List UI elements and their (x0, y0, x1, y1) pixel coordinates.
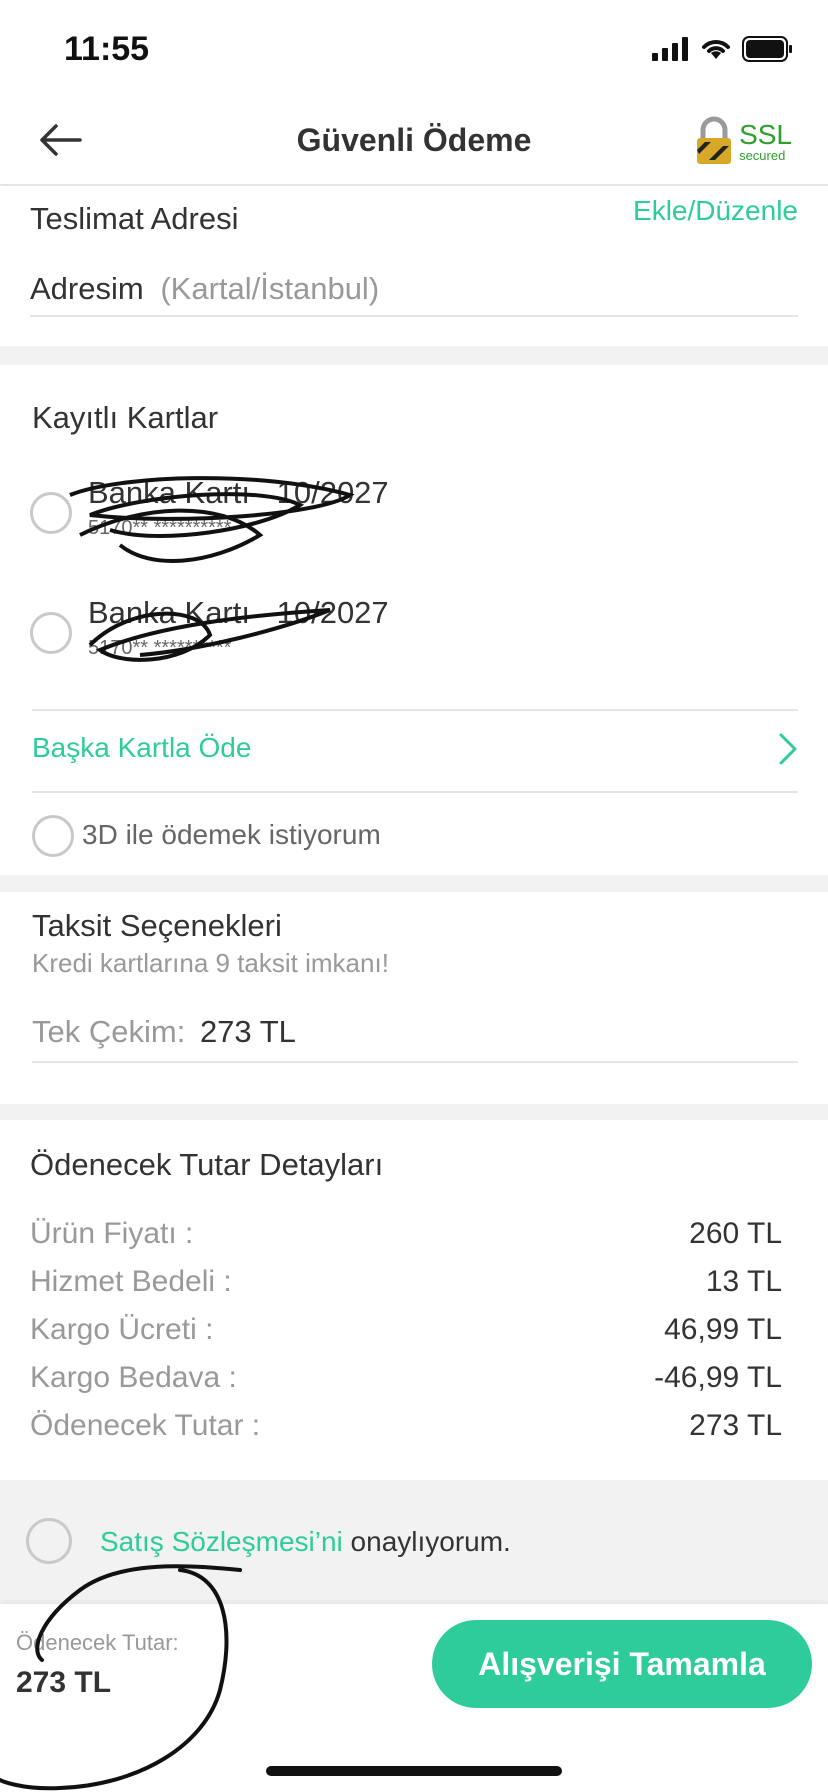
saved-cards-title: Kayıtlı Kartlar (32, 400, 219, 435)
status-icons (652, 36, 794, 62)
scribble-redaction (88, 608, 331, 662)
battery-icon (742, 36, 792, 62)
summary-value: 273 TL (689, 1409, 782, 1442)
signal-icon (652, 37, 688, 61)
scribble-annotation (0, 1564, 242, 1791)
divider (32, 1061, 798, 1063)
address-line[interactable]: Adresim (Kartal/İstanbul) (30, 271, 379, 307)
installment-title: Taksit Seçenekleri (32, 908, 282, 943)
single-payment-value: 273 TL (199, 1014, 296, 1049)
summary-row: Ödenecek Tutar : 273 TL (30, 1409, 782, 1443)
installment-subtitle: Kredi kartlarına 9 taksit imkanı! (32, 948, 389, 978)
summary-row: Kargo Bedava : -46,99 TL (30, 1361, 782, 1395)
summary-value: 260 TL (689, 1217, 782, 1250)
home-indicator (266, 1766, 562, 1776)
wifi-icon (702, 40, 730, 59)
complete-purchase-button[interactable]: Alışverişi Tamamla (432, 1620, 812, 1708)
summary-row: Ürün Fiyatı : 260 TL (30, 1217, 782, 1251)
status-bar: 11:55 (0, 0, 828, 100)
summary-value: 46,99 TL (664, 1313, 782, 1346)
three-d-secure-row[interactable]: 3D ile ödemek istiyorum (0, 791, 828, 875)
scribble-redaction (69, 476, 355, 563)
three-d-label: 3D ile ödemek istiyorum (82, 819, 381, 850)
saved-card-item[interactable]: Banka Kartı 10/2027 5170** ********** (0, 595, 828, 675)
edit-address-link[interactable]: Ekle/Düzenle (633, 195, 798, 227)
divider (30, 315, 798, 317)
navigation-bar: Güvenli Ödeme SSL secured (0, 100, 828, 184)
saved-card-item[interactable]: Banka Kartı 10/2027 5170** ********** (0, 475, 828, 563)
pay-with-other-card-link: Başka Kartla Öde (32, 732, 252, 763)
card-radio[interactable] (30, 612, 72, 654)
ssl-label: SSL (739, 118, 792, 150)
address-title: Teslimat Adresi (30, 201, 239, 236)
status-time: 11:55 (64, 30, 150, 68)
summary-row: Kargo Ücreti : 46,99 TL (30, 1313, 782, 1347)
summary-label: Kargo Bedava : (30, 1361, 237, 1394)
delivery-address-section: Teslimat Adresi Ekle/Düzenle Adresim (Ka… (0, 186, 828, 346)
pay-with-other-card-row[interactable]: Başka Kartla Öde (0, 710, 828, 792)
summary-label: Hizmet Bedeli : (30, 1265, 232, 1298)
installment-options-section: Taksit Seçenekleri Kredi kartlarına 9 ta… (0, 892, 828, 1104)
single-payment-option[interactable]: Tek Çekim: 273 TL (32, 1014, 296, 1050)
padlock-icon (697, 116, 732, 164)
summary-label: Ödenecek Tutar : (30, 1409, 261, 1442)
summary-label: Ürün Fiyatı : (30, 1217, 194, 1250)
summary-label: Kargo Ücreti : (30, 1313, 214, 1346)
payment-summary-section: Ödenecek Tutar Detayları Ürün Fiyatı : 2… (0, 1120, 828, 1480)
summary-value: -46,99 TL (654, 1361, 782, 1394)
saved-cards-section: Kayıtlı Kartlar Banka Kartı 10/2027 5170… (0, 365, 828, 793)
three-d-radio[interactable] (32, 815, 74, 857)
address-name: Adresim (30, 271, 144, 306)
summary-title: Ödenecek Tutar Detayları (30, 1147, 384, 1182)
chevron-right-icon (779, 733, 797, 765)
agreement-suffix: onaylıyorum. (342, 1526, 511, 1557)
divider (32, 791, 798, 793)
ssl-badge: SSL secured (695, 116, 792, 166)
single-payment-label: Tek Çekim: (32, 1014, 186, 1049)
address-location: (Kartal/İstanbul) (160, 271, 380, 306)
summary-row: Hizmet Bedeli : 13 TL (30, 1265, 782, 1299)
summary-value: 13 TL (705, 1265, 782, 1298)
ssl-sub-label: secured (739, 147, 786, 163)
